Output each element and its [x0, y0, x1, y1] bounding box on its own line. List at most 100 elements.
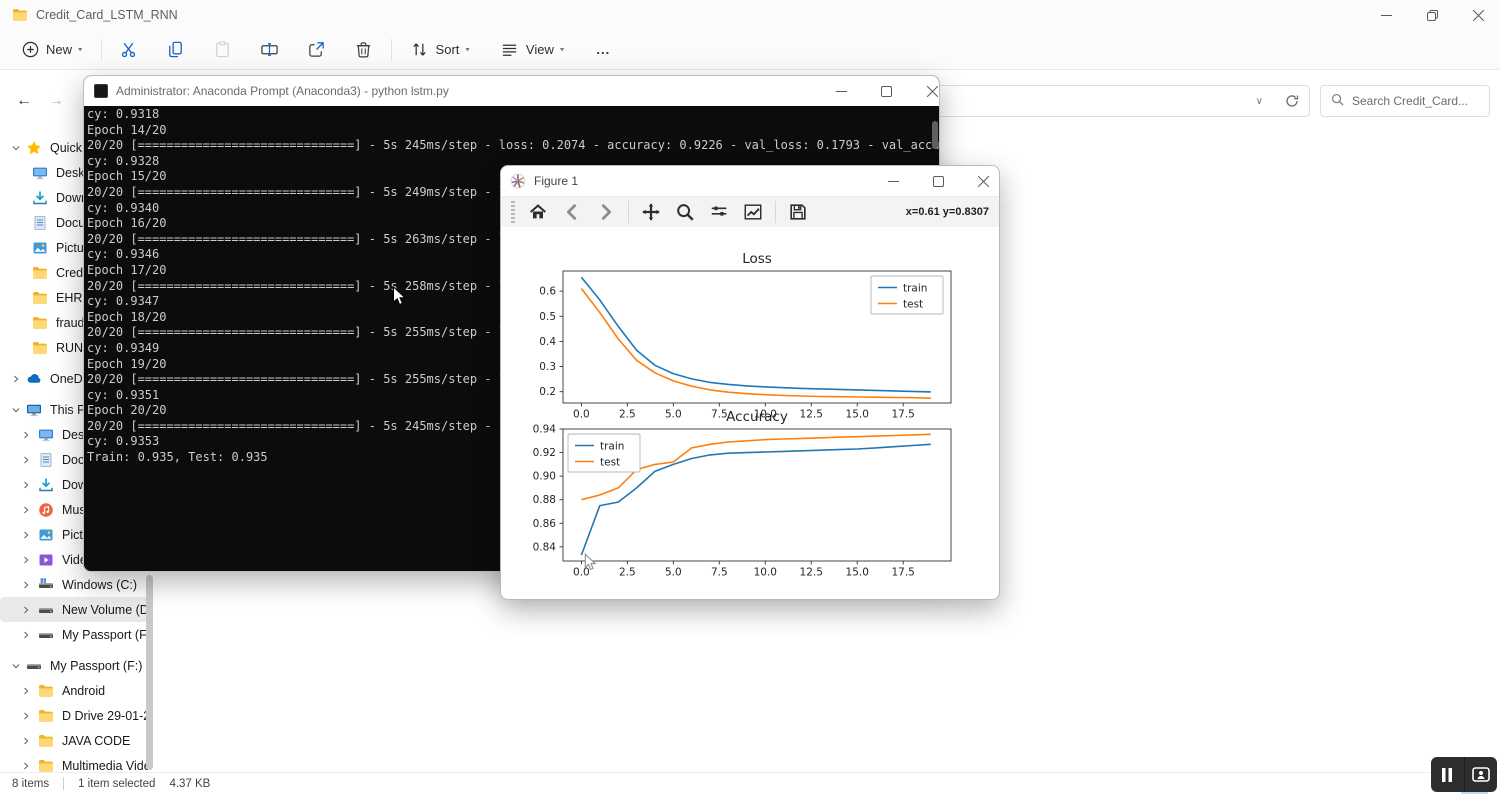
chevron-right-icon[interactable] [18, 502, 34, 518]
plot-edit-tool-button[interactable] [738, 199, 768, 225]
thispc-icon [26, 402, 42, 418]
svg-text:test: test [600, 456, 620, 468]
figure-canvas[interactable]: 0.02.55.07.510.012.515.017.50.20.30.40.5… [501, 227, 999, 599]
folder-icon [32, 315, 48, 331]
search-placeholder: Search Credit_Card... [1352, 94, 1468, 108]
sidebar-item-java-code[interactable]: JAVA CODE [0, 728, 148, 753]
documents-icon [32, 215, 48, 231]
chevron-right-icon[interactable] [18, 527, 34, 543]
explorer-tab[interactable]: Credit_Card_LSTM_RNN [0, 7, 178, 23]
chevron-right-icon[interactable] [8, 371, 24, 387]
zoom-tool-button[interactable] [670, 199, 700, 225]
figure-maximize-button[interactable] [916, 166, 960, 197]
terminal-maximize-button[interactable] [864, 76, 908, 106]
sort-button[interactable]: Sort ▾ [402, 29, 478, 71]
chevron-down-icon[interactable] [8, 658, 24, 674]
chevron-right-icon[interactable] [18, 427, 34, 443]
new-button[interactable]: New ▾ [12, 29, 91, 71]
rename-button[interactable] [253, 35, 287, 65]
loss-accuracy-charts: 0.02.55.07.510.012.515.017.50.20.30.40.5… [501, 227, 999, 599]
sidebar-item-my-passport-f[interactable]: My Passport (F:) [0, 622, 148, 647]
desktop-icon [32, 165, 48, 181]
console-icon [94, 84, 108, 98]
terminal-close-button[interactable] [910, 76, 940, 106]
sidebar-item-android[interactable]: Android [0, 678, 148, 703]
status-divider [63, 777, 64, 790]
chevron-down-icon[interactable] [8, 402, 24, 418]
terminal-title: Administrator: Anaconda Prompt (Anaconda… [116, 84, 449, 98]
chevron-right-icon[interactable] [18, 552, 34, 568]
forward-button[interactable]: → [40, 86, 72, 116]
chevron-right-icon[interactable] [18, 602, 34, 618]
svg-text:12.5: 12.5 [800, 409, 823, 421]
save-tool-button[interactable] [783, 199, 813, 225]
chevron-right-icon[interactable] [18, 733, 34, 749]
figure-minimize-button[interactable] [871, 166, 915, 197]
chevron-down-icon[interactable] [8, 140, 24, 156]
sidebar-item-label: D Drive 29-01-20.. [62, 709, 148, 723]
folder-icon [38, 708, 54, 724]
sidebar-scrollbar[interactable] [146, 575, 153, 770]
sidebar-item-label: Multimedia Videos [62, 759, 148, 773]
cursor-coordinates: x=0.61 y=0.8307 [906, 197, 989, 227]
svg-text:5.0: 5.0 [665, 567, 682, 579]
svg-text:7.5: 7.5 [711, 567, 728, 579]
forward-icon [596, 202, 616, 222]
back-tool-button[interactable] [557, 199, 587, 225]
delete-button[interactable] [347, 35, 381, 65]
pause-button[interactable] [1431, 757, 1464, 792]
view-button[interactable]: View ▾ [492, 29, 572, 71]
restore-button[interactable] [1410, 0, 1454, 30]
chevron-right-icon[interactable] [18, 683, 34, 699]
address-chevron-down-icon[interactable]: ∨ [1256, 96, 1263, 107]
drive-icon [26, 658, 42, 674]
pictures-icon [32, 240, 48, 256]
home-tool-button[interactable] [523, 199, 553, 225]
chevron-right-icon[interactable] [18, 452, 34, 468]
figure-close-button[interactable] [961, 166, 1000, 197]
sidebar-item-my-passport-f[interactable]: My Passport (F:) [0, 653, 148, 678]
chevron-right-icon[interactable] [18, 477, 34, 493]
refresh-icon[interactable] [1285, 94, 1299, 108]
more-options-button[interactable]: ... [588, 36, 618, 63]
picture-in-picture-icon [1472, 767, 1490, 782]
cut-button[interactable] [112, 35, 146, 65]
sidebar-item-d-drive-29-01-20[interactable]: D Drive 29-01-20.. [0, 703, 148, 728]
svg-text:0.90: 0.90 [533, 471, 556, 483]
chevron-right-icon[interactable] [18, 627, 34, 643]
sidebar-item-label: RUN [56, 341, 83, 355]
chevron-down-icon: ▾ [465, 45, 470, 54]
figure-title-bar[interactable]: Figure 1 [501, 166, 999, 197]
view-list-icon [500, 35, 520, 65]
copy-button[interactable] [159, 35, 193, 65]
terminal-minimize-button[interactable] [819, 76, 863, 106]
matplotlib-figure-window[interactable]: Figure 1 x=0.61 y=0.8307 0.02.55.07.510.… [500, 165, 1000, 600]
sidebar-item-label: JAVA CODE [62, 734, 130, 748]
search-box[interactable]: Search Credit_Card... [1320, 85, 1490, 117]
sidebar-item-new-volume-d[interactable]: New Volume (D:) [0, 597, 148, 622]
toolbar-separator [628, 201, 629, 223]
sidebar-item-label: New Volume (D:) [62, 603, 148, 617]
plot-edit-icon [743, 202, 763, 222]
terminal-title-bar[interactable]: Administrator: Anaconda Prompt (Anaconda… [84, 76, 939, 106]
svg-text:train: train [600, 440, 624, 452]
figure-window-title: Figure 1 [534, 174, 578, 188]
share-button[interactable] [300, 35, 334, 65]
pan-tool-button[interactable] [636, 199, 666, 225]
toolbar-grip[interactable] [511, 201, 515, 223]
terminal-scrollbar[interactable] [932, 121, 938, 149]
subplots-tool-button[interactable] [704, 199, 734, 225]
save-icon [788, 202, 808, 222]
chevron-right-icon[interactable] [18, 577, 34, 593]
downloads-icon [32, 190, 48, 206]
back-button[interactable]: ← [8, 86, 40, 116]
figure-toolbar: x=0.61 y=0.8307 [501, 197, 999, 227]
close-button[interactable] [1456, 0, 1500, 30]
sidebar-item-windows-c[interactable]: Windows (C:) [0, 572, 148, 597]
minimize-button[interactable] [1364, 0, 1408, 30]
picture-in-picture-button[interactable] [1465, 757, 1498, 792]
items-count: 8 items [12, 778, 49, 790]
forward-tool-button[interactable] [591, 199, 621, 225]
paste-button[interactable] [206, 35, 240, 65]
chevron-right-icon[interactable] [18, 708, 34, 724]
